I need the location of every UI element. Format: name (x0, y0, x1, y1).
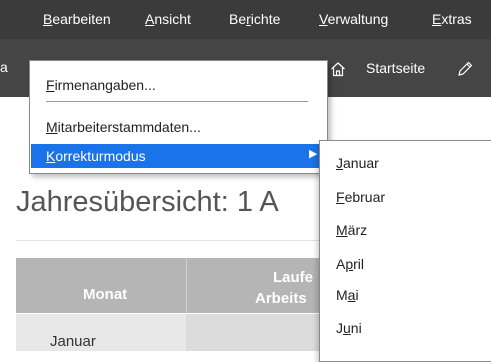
menu-item-korrekturmodus[interactable]: Korrekturmodus ▶ (31, 144, 326, 168)
column-header-label: Laufe (273, 269, 314, 286)
menu-item-mitarbeiterstammdaten[interactable]: Mitarbeiterstammdaten... (46, 119, 201, 135)
menu-verwaltung[interactable]: Verwaltung (319, 11, 388, 27)
column-header-laufende-arbeitstage[interactable]: Laufe Arbeits (186, 258, 337, 313)
menu-label-part: i (355, 287, 359, 303)
menu-mnemonic: J (336, 155, 343, 171)
menu-label-part: xtras (441, 11, 472, 27)
menu-mnemonic: A (145, 11, 155, 27)
menu-mnemonic: F (336, 189, 345, 205)
menu-bar: Bearbeiten Ansicht Berichte Verwaltung E… (0, 0, 491, 39)
menu-berichte[interactable]: Berichte (229, 11, 280, 27)
menu-label-part: itarbeiterstammdaten... (57, 119, 201, 135)
menu-label-part: Be (229, 11, 247, 27)
menu-label-part: orrekturmodus (55, 148, 146, 164)
menu-mnemonic: F (46, 77, 55, 93)
menu-mnemonic: E (432, 11, 442, 27)
submenu-item-januar[interactable]: Januar (336, 155, 379, 171)
page-title: Jahresübersicht: 1 A (16, 186, 279, 218)
menu-label-part: earbeiten (52, 11, 111, 27)
column-header-label: Arbeits (255, 290, 307, 307)
title-divider (16, 240, 336, 241)
menu-mnemonic: B (43, 11, 53, 27)
menu-mnemonic: K (46, 148, 56, 164)
menu-label-part: anuar (343, 155, 379, 171)
menu-label-part: A (336, 256, 346, 272)
menu-separator (46, 101, 308, 102)
menu-label-part: irmenangaben... (54, 77, 156, 93)
menu-mnemonic: p (345, 256, 354, 272)
menu-mnemonic: V (319, 11, 328, 27)
menu-mnemonic: M (336, 222, 348, 238)
home-icon[interactable] (330, 61, 346, 77)
menu-extras[interactable]: Extras (432, 11, 472, 27)
menu-label-part: ichte (250, 11, 281, 27)
submenu-item-juni[interactable]: Juni (336, 320, 362, 336)
menu-label-part: ebruar (344, 189, 386, 205)
menu-mnemonic: M (46, 119, 58, 135)
toolbar-truncated-text: a (0, 59, 8, 75)
table-cell-month: Januar (50, 333, 96, 350)
bearbeiten-dropdown: Firmenangaben... Mitarbeiterstammdaten..… (29, 60, 328, 174)
edit-pencil-icon[interactable] (457, 61, 473, 77)
korrekturmodus-submenu: Januar Februar März April Mai Juni (319, 140, 491, 362)
submenu-arrow-icon: ▶ (309, 148, 318, 160)
menu-label-part: erwaltung (327, 11, 389, 27)
menu-ansicht[interactable]: Ansicht (145, 11, 191, 27)
submenu-item-april[interactable]: April (336, 256, 364, 272)
menu-item-firmenangaben[interactable]: Firmenangaben... (46, 77, 156, 93)
submenu-item-februar[interactable]: Februar (336, 189, 385, 205)
menu-label-part: M (336, 287, 348, 303)
submenu-item-mai[interactable]: Mai (336, 287, 359, 303)
table-cell (186, 314, 336, 351)
menu-label-part: ärz (347, 222, 368, 238)
column-header-monat[interactable]: Monat (16, 258, 185, 313)
menu-item-label: Korrekturmodus (46, 148, 146, 164)
menu-label-part: ni (350, 320, 362, 336)
menu-label-part: J (336, 320, 343, 336)
menu-bearbeiten[interactable]: Bearbeiten (35, 3, 119, 38)
menu-label-part: nsicht (154, 11, 191, 27)
menu-mnemonic: u (343, 320, 351, 336)
submenu-item-maerz[interactable]: März (336, 222, 367, 238)
startseite-link[interactable]: Startseite (366, 60, 425, 76)
menu-label-part: ril (353, 256, 365, 272)
column-header-label: Monat (83, 286, 128, 303)
